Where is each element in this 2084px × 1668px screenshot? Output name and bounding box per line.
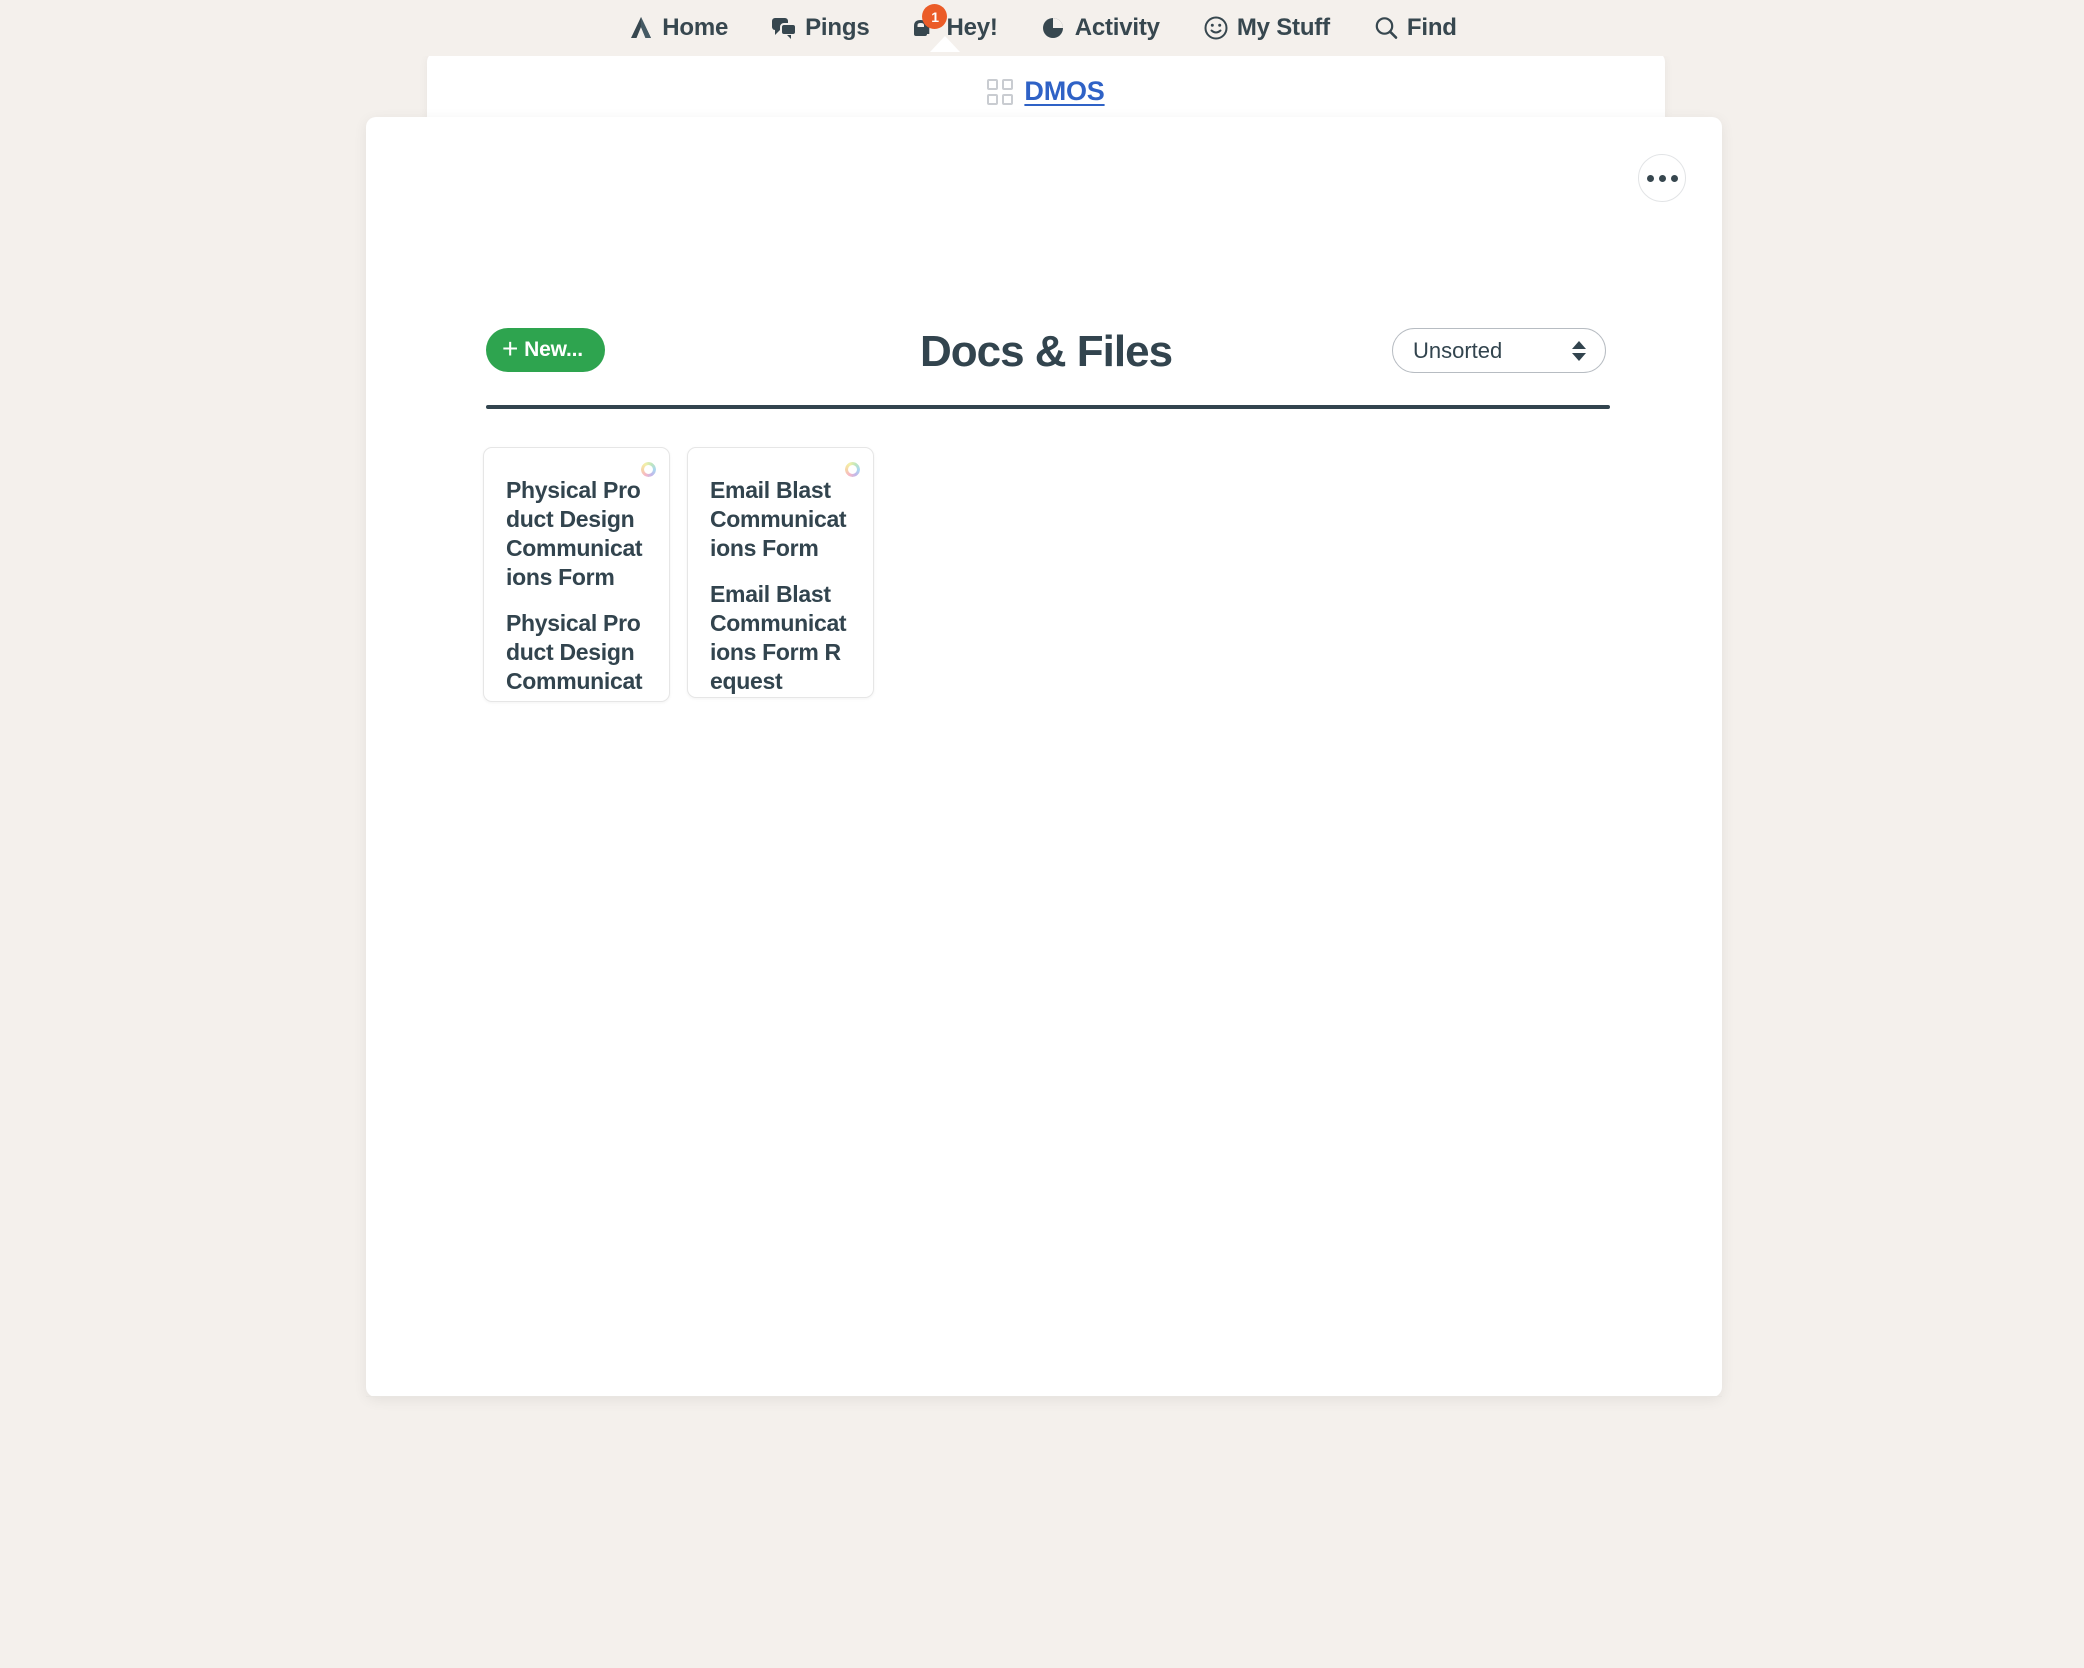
hey-unread-badge: 1 (922, 4, 948, 29)
docs-and-files-panel: Docs & Files + New... Unsorted Physical … (366, 117, 1722, 1397)
doc-card-subtitle: Email Blast Communications Form Request (710, 581, 847, 694)
doc-card-subtitle: Physical Product Design Communications F… (506, 610, 643, 701)
nav-item-home[interactable]: Home (627, 14, 728, 42)
nav-item-find[interactable]: Find (1372, 14, 1457, 42)
nav-label-activity: Activity (1074, 14, 1160, 41)
nav-active-caret (930, 36, 960, 52)
pie-clock-icon (1040, 14, 1068, 42)
chat-bubbles-icon (770, 14, 798, 42)
nav-label-find: Find (1406, 14, 1457, 41)
plus-icon: + (502, 333, 519, 364)
overflow-dot-2 (1658, 174, 1666, 182)
doc-card-title: Physical Product Design Communications F… (506, 477, 643, 590)
search-icon (1372, 14, 1400, 42)
top-navigation: Home Pings 1 Hey! Activity My Stuff Find (0, 0, 2084, 56)
doc-card-title: Email Blast Communications Form (710, 477, 847, 561)
breadcrumb: DMOS (427, 76, 1665, 107)
docs-card-grid: Physical Product Design Communications F… (483, 447, 874, 702)
home-icon (627, 14, 655, 42)
nav-label-my-stuff: My Stuff (1236, 14, 1330, 41)
sort-select[interactable]: Unsorted (1392, 328, 1606, 373)
nav-label-home: Home (662, 14, 729, 41)
new-button[interactable]: + New... (486, 328, 605, 372)
sort-select-wrapper: Unsorted (1392, 328, 1606, 373)
smiley-face-icon (1202, 14, 1230, 42)
grid-squares-icon (987, 78, 1014, 105)
nav-item-pings[interactable]: Pings (770, 14, 870, 42)
doc-card-physical-product-design-communications-form[interactable]: Physical Product Design Communications F… (483, 447, 670, 702)
page-header-row: Docs & Files + New... Unsorted (486, 322, 1606, 382)
new-button-label: New... (524, 338, 583, 361)
panel-seam (366, 1396, 1722, 1397)
overflow-dot-3 (1670, 174, 1678, 182)
nav-item-activity[interactable]: Activity (1040, 14, 1160, 42)
doc-card-email-blast-communications-form[interactable]: Email Blast Communications Form Email Bl… (687, 447, 874, 698)
rainbow-ring-icon (845, 462, 860, 477)
nav-label-pings: Pings (805, 14, 870, 41)
header-divider (486, 405, 1610, 409)
overflow-menu-button[interactable] (1638, 154, 1686, 202)
overflow-dot-1 (1646, 174, 1654, 182)
nav-item-my-stuff[interactable]: My Stuff (1202, 14, 1330, 42)
breadcrumb-link-dmos[interactable]: DMOS (1024, 76, 1104, 107)
rainbow-ring-icon (641, 462, 656, 477)
